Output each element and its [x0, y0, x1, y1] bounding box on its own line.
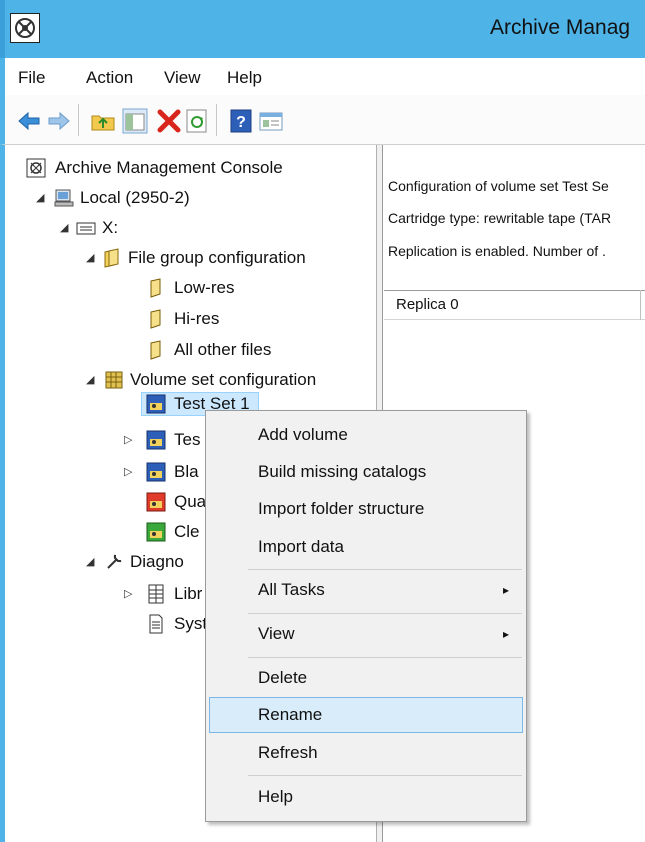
expand-arrow-icon[interactable]: ◢ [86, 550, 94, 574]
svg-text:?: ? [236, 114, 246, 131]
collapsed-arrow-icon[interactable]: ▷ [124, 582, 132, 606]
tree-label-quarantine: Qua [174, 492, 207, 511]
volume-icon [146, 462, 166, 482]
file-group-item-icon [150, 309, 161, 329]
tree-label-volume-set: Volume set configuration [130, 370, 317, 389]
menu-view[interactable]: View [164, 68, 201, 88]
toolbar-separator [78, 104, 79, 136]
document-icon [149, 614, 163, 634]
refresh-icon[interactable] [184, 108, 210, 134]
tree-item-low-res[interactable]: Low-res [0, 276, 370, 300]
tree-label-system: Syst [174, 614, 208, 633]
expand-arrow-icon[interactable]: ◢ [86, 368, 94, 392]
column-header-replica-0[interactable]: Replica 0 [396, 296, 459, 313]
tree-label-local: Local (2950-2) [80, 188, 190, 207]
show-hide-tree-icon[interactable] [122, 108, 148, 134]
tree-label-library: Libr [174, 584, 203, 603]
tree-label-low-res: Low-res [174, 278, 235, 297]
toolbar-separator [216, 104, 217, 136]
tree-item-hi-res[interactable]: Hi-res [0, 307, 370, 331]
menu-separator [248, 775, 522, 776]
info-configuration: Configuration of volume set Test Se [388, 178, 609, 194]
tree-item-file-group[interactable]: ◢ File group configuration [0, 246, 370, 270]
collapsed-arrow-icon[interactable]: ▷ [124, 428, 132, 452]
help-icon[interactable]: ? [228, 108, 254, 134]
up-folder-icon[interactable] [90, 108, 116, 134]
wrench-icon [107, 554, 122, 569]
menu-item-import-folder-structure[interactable]: Import folder structure [258, 499, 424, 519]
submenu-arrow-icon: ▸ [503, 583, 510, 597]
menu-item-refresh[interactable]: Refresh [258, 743, 318, 763]
tree-item-local[interactable]: ◢ Local (2950-2) [0, 186, 370, 210]
menu-separator [248, 569, 522, 570]
drive-icon [76, 222, 96, 235]
menu-help[interactable]: Help [227, 68, 262, 88]
tree-label-drive: X: [102, 218, 119, 237]
column-separator[interactable] [640, 290, 641, 320]
volume-icon [146, 394, 166, 414]
expand-arrow-icon[interactable]: ◢ [60, 216, 68, 240]
forward-icon[interactable] [46, 108, 72, 134]
info-replication: Replication is enabled. Number of . [388, 243, 606, 259]
tree-item-drive[interactable]: ◢ X: [0, 216, 370, 240]
menu-item-import-data[interactable]: Import data [258, 537, 344, 557]
tree-label-all-other-files: All other files [174, 340, 272, 359]
menu-item-help[interactable]: Help [258, 787, 293, 807]
file-group-icon [104, 248, 119, 268]
collapsed-arrow-icon[interactable]: ▷ [124, 460, 132, 484]
tree-label-root: Archive Management Console [55, 158, 283, 177]
file-group-item-icon [150, 340, 161, 360]
menu-separator [248, 613, 522, 614]
properties-icon[interactable] [258, 108, 284, 134]
quarantine-volume-icon [146, 492, 166, 512]
context-menu-hover-highlight [209, 697, 523, 733]
tree-label-diagnostics: Diagno [130, 552, 184, 571]
tree-item-all-other-files[interactable]: All other files [0, 338, 370, 362]
expand-arrow-icon[interactable]: ◢ [36, 186, 44, 210]
back-icon[interactable] [16, 108, 42, 134]
submenu-arrow-icon: ▸ [503, 627, 510, 641]
menu-item-add-volume[interactable]: Add volume [258, 425, 348, 445]
tree-item-volume-set[interactable]: ◢ Volume set configuration [0, 368, 370, 392]
file-group-item-icon [150, 278, 161, 298]
tree-item-root[interactable]: Archive Management Console [0, 156, 370, 180]
menu-item-build-missing-catalogs[interactable]: Build missing catalogs [258, 462, 426, 482]
delete-icon[interactable] [156, 108, 182, 134]
tree-label-clean: Cle [174, 522, 200, 541]
tree-label-test-set-2: Tes [174, 430, 201, 449]
volume-icon [146, 430, 166, 450]
menu-file[interactable]: File [18, 68, 45, 88]
menu-item-view[interactable]: View [258, 624, 295, 644]
tree-label-file-group: File group configuration [128, 248, 306, 267]
tree-label-blank: Bla [174, 462, 199, 481]
library-icon [148, 584, 164, 604]
expand-arrow-icon[interactable]: ◢ [86, 246, 94, 270]
window-title: Archive Manag [490, 16, 631, 39]
menu-separator [248, 657, 522, 658]
menu-action[interactable]: Action [86, 68, 133, 88]
app-icon[interactable] [10, 13, 40, 43]
console-icon [26, 158, 46, 178]
menu-item-rename[interactable]: Rename [258, 705, 322, 725]
volume-set-icon [105, 371, 123, 389]
clean-volume-icon [146, 522, 166, 542]
tree-label-hi-res: Hi-res [174, 309, 220, 328]
info-cartridge-type: Cartridge type: rewritable tape (TAR [388, 210, 612, 226]
computer-icon [54, 189, 74, 207]
menu-item-all-tasks[interactable]: All Tasks [258, 580, 325, 600]
menu-item-delete[interactable]: Delete [258, 668, 307, 688]
